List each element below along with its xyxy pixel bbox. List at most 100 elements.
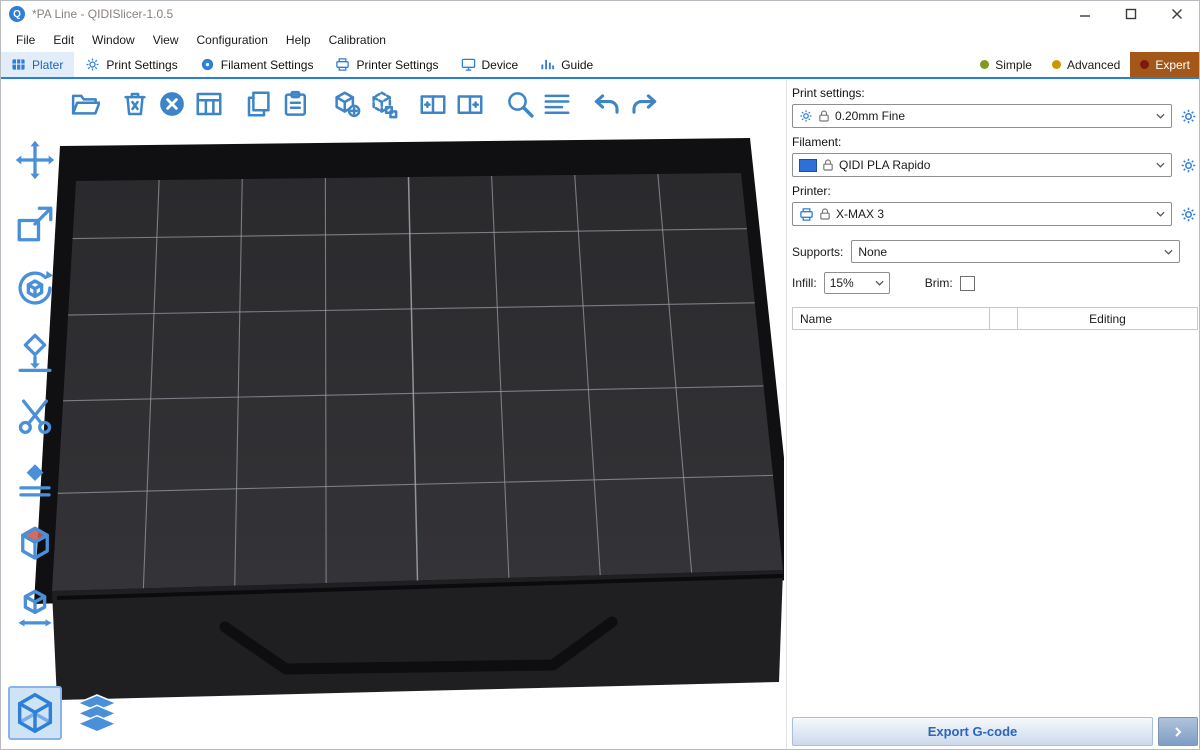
instance-add-icon [418, 89, 448, 119]
tab-plater-label: Plater [32, 58, 63, 72]
open-button[interactable] [66, 85, 103, 122]
delete-button[interactable] [116, 85, 153, 122]
tab-device[interactable]: Device [450, 52, 530, 77]
seam-paint-icon [14, 459, 56, 501]
close-button[interactable] [1154, 0, 1200, 28]
print-settings-select[interactable]: 0.20mm Fine [792, 104, 1172, 128]
menu-edit[interactable]: Edit [44, 33, 83, 47]
column-header-editing[interactable]: Editing [1018, 307, 1198, 330]
gizmo-toolbar [10, 136, 60, 632]
guide-icon [540, 57, 555, 72]
measure-button[interactable] [10, 584, 60, 632]
mode-expert-label: Expert [1155, 58, 1190, 72]
brim-label: Brim: [925, 276, 953, 290]
redo-button[interactable] [625, 85, 662, 122]
view-layers-button[interactable] [70, 686, 124, 740]
menu-view[interactable]: View [144, 33, 188, 47]
cut-button[interactable] [10, 392, 60, 440]
viewport-3d[interactable] [0, 80, 784, 733]
lock-icon [823, 159, 833, 171]
scale-button[interactable] [10, 200, 60, 248]
variable-layer-height-button[interactable] [538, 85, 575, 122]
instance-add-button[interactable] [414, 85, 451, 122]
dropdown-arrow-icon [870, 280, 884, 286]
printer-select[interactable]: X-MAX 3 [792, 202, 1172, 226]
view-switcher [8, 686, 124, 740]
supports-select[interactable]: None [851, 240, 1180, 263]
brim-checkbox[interactable] [960, 276, 975, 291]
view-3d-button[interactable] [8, 686, 62, 740]
titlebar: Q *PA Line - QIDISlicer-1.0.5 [0, 0, 1200, 28]
export-gcode-button[interactable]: Export G-code [792, 717, 1153, 746]
instance-remove-button[interactable] [451, 85, 488, 122]
search-button[interactable] [501, 85, 538, 122]
maximize-button[interactable] [1108, 0, 1154, 28]
tab-filament-settings[interactable]: Filament Settings [189, 52, 325, 77]
lock-icon [819, 110, 829, 122]
copy-button[interactable] [240, 85, 277, 122]
printer-label: Printer: [792, 184, 1198, 198]
place-on-face-button[interactable] [10, 328, 60, 376]
mode-expert[interactable]: Expert [1130, 52, 1200, 77]
gear-icon [1180, 108, 1197, 125]
object-list[interactable] [792, 330, 1198, 710]
mode-simple[interactable]: Simple [970, 52, 1042, 77]
filament-label: Filament: [792, 135, 1198, 149]
rotate-button[interactable] [10, 264, 60, 312]
menu-calibration[interactable]: Calibration [320, 33, 395, 47]
measure-icon [14, 587, 56, 629]
paint-cube-icon [14, 523, 56, 565]
tab-guide[interactable]: Guide [529, 52, 604, 77]
split-parts-button[interactable] [364, 85, 401, 122]
infill-select[interactable]: 15% [824, 272, 890, 294]
printer-icon [799, 207, 814, 222]
split-parts-icon [368, 89, 398, 119]
column-header-name[interactable]: Name [792, 307, 990, 330]
paste-icon [281, 89, 311, 119]
tab-device-label: Device [482, 58, 519, 72]
move-button[interactable] [10, 136, 60, 184]
gear-icon [799, 109, 813, 123]
mode-simple-label: Simple [995, 58, 1032, 72]
menu-configuration[interactable]: Configuration [188, 33, 277, 47]
arrange-icon [194, 89, 224, 119]
filament-settings-icon [200, 57, 215, 72]
filament-color-swatch [799, 159, 817, 172]
delete-all-icon [157, 89, 187, 119]
print-bed[interactable] [0, 80, 784, 733]
printer-gear-button[interactable] [1178, 204, 1198, 224]
mode-advanced[interactable]: Advanced [1042, 52, 1130, 77]
paint-button[interactable] [10, 520, 60, 568]
settings-sidebar: Print settings: 0.20mm Fine Filament: [786, 80, 1200, 750]
cut-scissors-icon [14, 395, 56, 437]
folder-open-icon [70, 89, 100, 119]
move-icon [14, 139, 56, 181]
filament-select[interactable]: QIDI PLA Rapido [792, 153, 1172, 177]
tab-plater[interactable]: Plater [0, 52, 74, 77]
gear-icon [1180, 206, 1197, 223]
filament-gear-button[interactable] [1178, 155, 1198, 175]
object-list-table: Name Editing [792, 307, 1198, 710]
undo-button[interactable] [588, 85, 625, 122]
column-header-extruder[interactable] [990, 307, 1018, 330]
lock-icon [820, 208, 830, 220]
simple-mode-dot-icon [980, 60, 989, 69]
arrange-button[interactable] [190, 85, 227, 122]
tab-filament-settings-label: Filament Settings [221, 58, 314, 72]
tab-printer-settings[interactable]: Printer Settings [324, 52, 449, 77]
paste-button[interactable] [277, 85, 314, 122]
seam-paint-button[interactable] [10, 456, 60, 504]
menu-help[interactable]: Help [277, 33, 320, 47]
menu-file[interactable]: File [7, 33, 44, 47]
chevron-right-icon [1172, 726, 1184, 738]
export-options-button[interactable] [1158, 717, 1198, 746]
tab-print-settings[interactable]: Print Settings [74, 52, 188, 77]
print-settings-gear-button[interactable] [1178, 106, 1198, 126]
expert-mode-dot-icon [1140, 60, 1149, 69]
minimize-button[interactable] [1062, 0, 1108, 28]
print-settings-value: 0.20mm Fine [835, 109, 905, 123]
scale-icon [14, 203, 56, 245]
delete-all-button[interactable] [153, 85, 190, 122]
split-objects-button[interactable] [327, 85, 364, 122]
menu-window[interactable]: Window [83, 33, 144, 47]
